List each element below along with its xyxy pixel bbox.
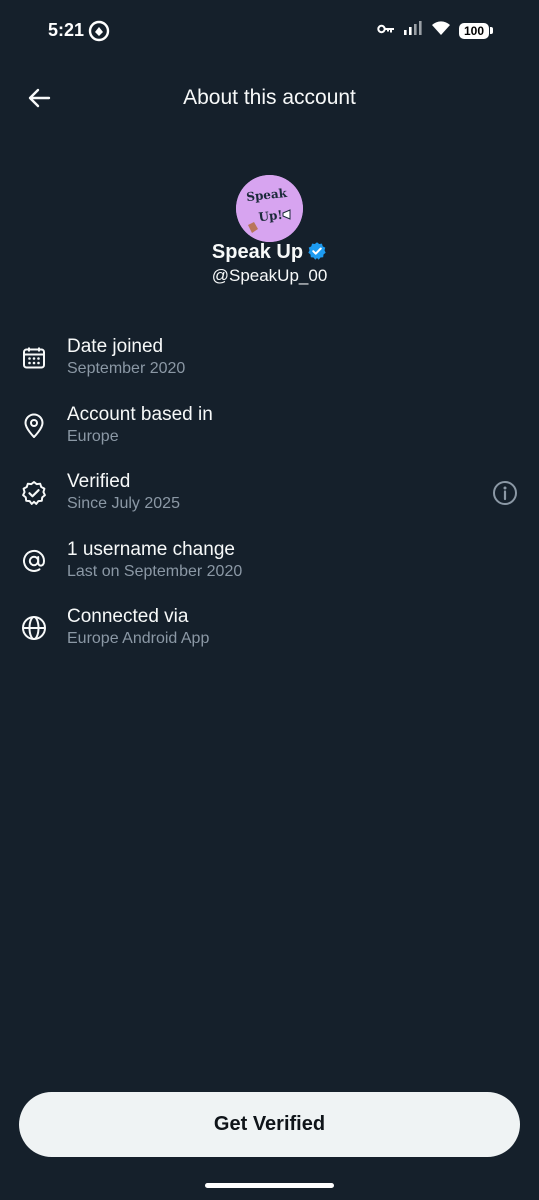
get-verified-button[interactable]: Get Verified [19, 1092, 520, 1157]
profile-handle: @SpeakUp_00 [211, 266, 328, 285]
app-notification-icon [88, 20, 110, 42]
top-app-bar: About this account [0, 72, 539, 128]
page-title: About this account [183, 86, 356, 109]
at-sign-icon [20, 547, 48, 575]
info-icon[interactable] [491, 479, 519, 507]
info-row-username-change: 1 username change Last on September 2020 [0, 535, 539, 603]
status-time: 5:21 [48, 20, 85, 40]
location-pin-icon [20, 412, 48, 440]
wifi-icon [431, 20, 451, 41]
verified-badge-icon [307, 241, 327, 267]
info-row-date-joined: Date joined September 2020 [0, 332, 539, 400]
info-value: Europe [67, 427, 119, 445]
info-value: Last on September 2020 [67, 562, 243, 580]
profile-name-row: Speak Up [0, 241, 539, 267]
info-value: Europe Android App [67, 630, 210, 647]
signal-icon [403, 20, 423, 41]
calendar-icon [20, 344, 48, 372]
info-row-verified: Verified Since July 2025 [0, 467, 539, 535]
battery-icon: 100 [459, 22, 493, 39]
info-value: September 2020 [67, 360, 186, 377]
info-label: Verified [67, 471, 131, 492]
info-label: Date joined [67, 336, 164, 357]
svg-text:Up!: Up! [258, 208, 283, 224]
info-label: Account based in [67, 403, 213, 425]
status-bar: 5:21 100 [0, 0, 539, 62]
info-label: Connected via [67, 606, 189, 627]
home-indicator[interactable] [205, 1183, 334, 1188]
account-info-list: Date joined September 2020 Account based… [0, 332, 539, 670]
globe-icon [20, 614, 48, 642]
info-value: Since July 2025 [67, 495, 180, 512]
screen: 5:21 100 About this account Speak Up! Sp… [0, 0, 539, 1200]
verified-check-icon [20, 479, 48, 507]
battery-level: 100 [459, 22, 489, 39]
info-row-account-based-in: Account based in Europe [0, 400, 539, 468]
info-label: 1 username change [67, 538, 235, 560]
avatar[interactable]: Speak Up! [236, 175, 303, 242]
info-row-connected-via: Connected via Europe Android App [0, 602, 539, 670]
key-icon [377, 22, 395, 40]
profile-name: Speak Up [211, 241, 304, 263]
status-icons: 100 [377, 20, 493, 41]
